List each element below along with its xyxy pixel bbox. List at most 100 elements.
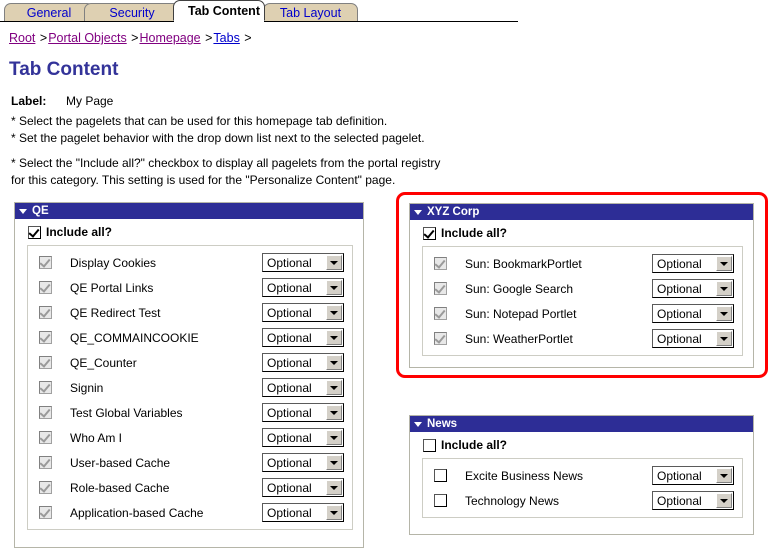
tab-strip: General Security Tab Content Tab Layout [0,0,773,24]
pagelet-checkbox [39,356,52,369]
pagelet-checkbox [39,506,52,519]
select-value: Optional [267,380,312,395]
pagelet-behavior-select[interactable]: Optional [262,428,344,447]
select-dropdown-button[interactable] [716,256,732,271]
panel-qe: QE Include all? Display Cookies Optional QE … [14,202,364,548]
pagelet-checkbox [39,256,52,269]
select-dropdown-button[interactable] [326,505,342,520]
select-dropdown-button[interactable] [326,280,342,295]
breadcrumb-link-homepage[interactable]: Homepage [139,31,200,45]
pagelet-checkbox [39,406,52,419]
tab-tab-layout[interactable]: Tab Layout [263,3,358,21]
chevron-down-icon [330,485,338,490]
pagelet-checkbox [434,282,447,295]
select-dropdown-button[interactable] [326,305,342,320]
include-all-checkbox-news[interactable] [423,438,436,452]
checkmark-icon [39,256,51,268]
collapse-triangle-icon[interactable] [414,421,422,427]
pagelet-behavior-select[interactable]: Optional [652,466,734,485]
pagelet-checkbox[interactable] [434,494,447,507]
pagelet-behavior-select[interactable]: Optional [652,491,734,510]
pagelet-row: QE Redirect Test Optional [28,300,352,325]
select-value: Optional [657,468,702,483]
collapse-triangle-icon[interactable] [19,208,27,214]
breadcrumb: Root >Portal Objects >Homepage >Tabs > [9,31,253,45]
breadcrumb-link-portal-objects[interactable]: Portal Objects [48,31,127,45]
select-dropdown-button[interactable] [326,355,342,370]
pagelet-checkbox[interactable] [434,469,447,482]
chevron-down-icon [720,473,728,478]
pagelet-row: Application-based Cache Optional [28,500,352,525]
pagelet-checkbox [39,281,52,294]
chevron-down-icon [720,336,728,341]
pagelet-checkbox [39,456,52,469]
tab-security[interactable]: Security [84,3,180,21]
checkmark-icon [39,406,51,418]
pagelet-behavior-select[interactable]: Optional [262,328,344,347]
breadcrumb-separator: > [201,31,213,45]
pagelet-behavior-select[interactable]: Optional [652,279,734,298]
select-dropdown-button[interactable] [326,430,342,445]
pagelet-row: QE_COMMAINCOOKIE Optional [28,325,352,350]
checkmark-icon [39,356,51,368]
select-dropdown-button[interactable] [326,480,342,495]
select-dropdown-button[interactable] [326,455,342,470]
pagelet-behavior-select[interactable]: Optional [262,403,344,422]
select-dropdown-button[interactable] [326,330,342,345]
panel-header-news[interactable]: News [410,416,753,432]
pagelet-behavior-select[interactable]: Optional [652,254,734,273]
pagelet-behavior-select[interactable]: Optional [262,253,344,272]
pagelet-row: Test Global Variables Optional [28,400,352,425]
select-dropdown-button[interactable] [716,468,732,483]
pagelet-row: Display Cookies Optional [28,250,352,275]
active-tab-rule-gap [174,20,264,22]
chevron-down-icon [720,286,728,291]
checkmark-icon [39,381,51,393]
select-value: Optional [267,355,312,370]
pagelet-row: Sun: Notepad Portlet Optional [423,301,742,326]
pagelet-behavior-select[interactable]: Optional [262,378,344,397]
select-value: Optional [657,256,702,271]
pagelet-checkbox [39,381,52,394]
pagelet-label: Sun: Google Search [465,281,574,296]
pagelet-behavior-select[interactable]: Optional [652,329,734,348]
breadcrumb-link-root[interactable]: Root [9,31,35,45]
pagelet-list-xyz: Sun: BookmarkPortlet Optional Sun: Google … [422,246,743,356]
pagelet-behavior-select[interactable]: Optional [262,503,344,522]
chevron-down-icon [720,261,728,266]
pagelet-behavior-select[interactable]: Optional [262,303,344,322]
pagelet-behavior-select[interactable]: Optional [652,304,734,323]
select-dropdown-button[interactable] [716,331,732,346]
select-dropdown-button[interactable] [716,281,732,296]
pagelet-behavior-select[interactable]: Optional [262,453,344,472]
pagelet-behavior-select[interactable]: Optional [262,478,344,497]
select-dropdown-button[interactable] [716,493,732,508]
select-dropdown-button[interactable] [326,405,342,420]
pagelet-label: Display Cookies [70,255,157,270]
panel-header-qe[interactable]: QE [15,203,363,219]
checkmark-icon [39,331,51,343]
pagelet-behavior-select[interactable]: Optional [262,353,344,372]
tab-general[interactable]: General [4,3,94,21]
page-title: Tab Content [9,59,119,80]
pagelet-behavior-select[interactable]: Optional [262,278,344,297]
select-dropdown-button[interactable] [716,306,732,321]
label-value: My Page [66,94,114,108]
select-value: Optional [267,455,312,470]
pagelet-label: Test Global Variables [70,405,183,420]
tab-tab-content[interactable]: Tab Content [173,0,265,21]
select-dropdown-button[interactable] [326,380,342,395]
panel-header-xyz[interactable]: XYZ Corp [410,204,753,220]
pagelet-label: Technology News [465,493,560,508]
collapse-triangle-icon[interactable] [414,209,422,215]
pagelet-label: Who Am I [70,430,123,445]
instruction-line-2: * Set the pagelet behavior with the drop… [11,131,425,145]
include-all-checkbox-qe[interactable] [28,225,41,239]
select-value: Optional [267,255,312,270]
select-value: Optional [267,505,312,520]
select-value: Optional [657,306,702,321]
breadcrumb-link-tabs[interactable]: Tabs [213,31,239,45]
pagelet-label: Sun: Notepad Portlet [465,306,577,321]
include-all-checkbox-xyz[interactable] [423,226,436,240]
select-dropdown-button[interactable] [326,255,342,270]
